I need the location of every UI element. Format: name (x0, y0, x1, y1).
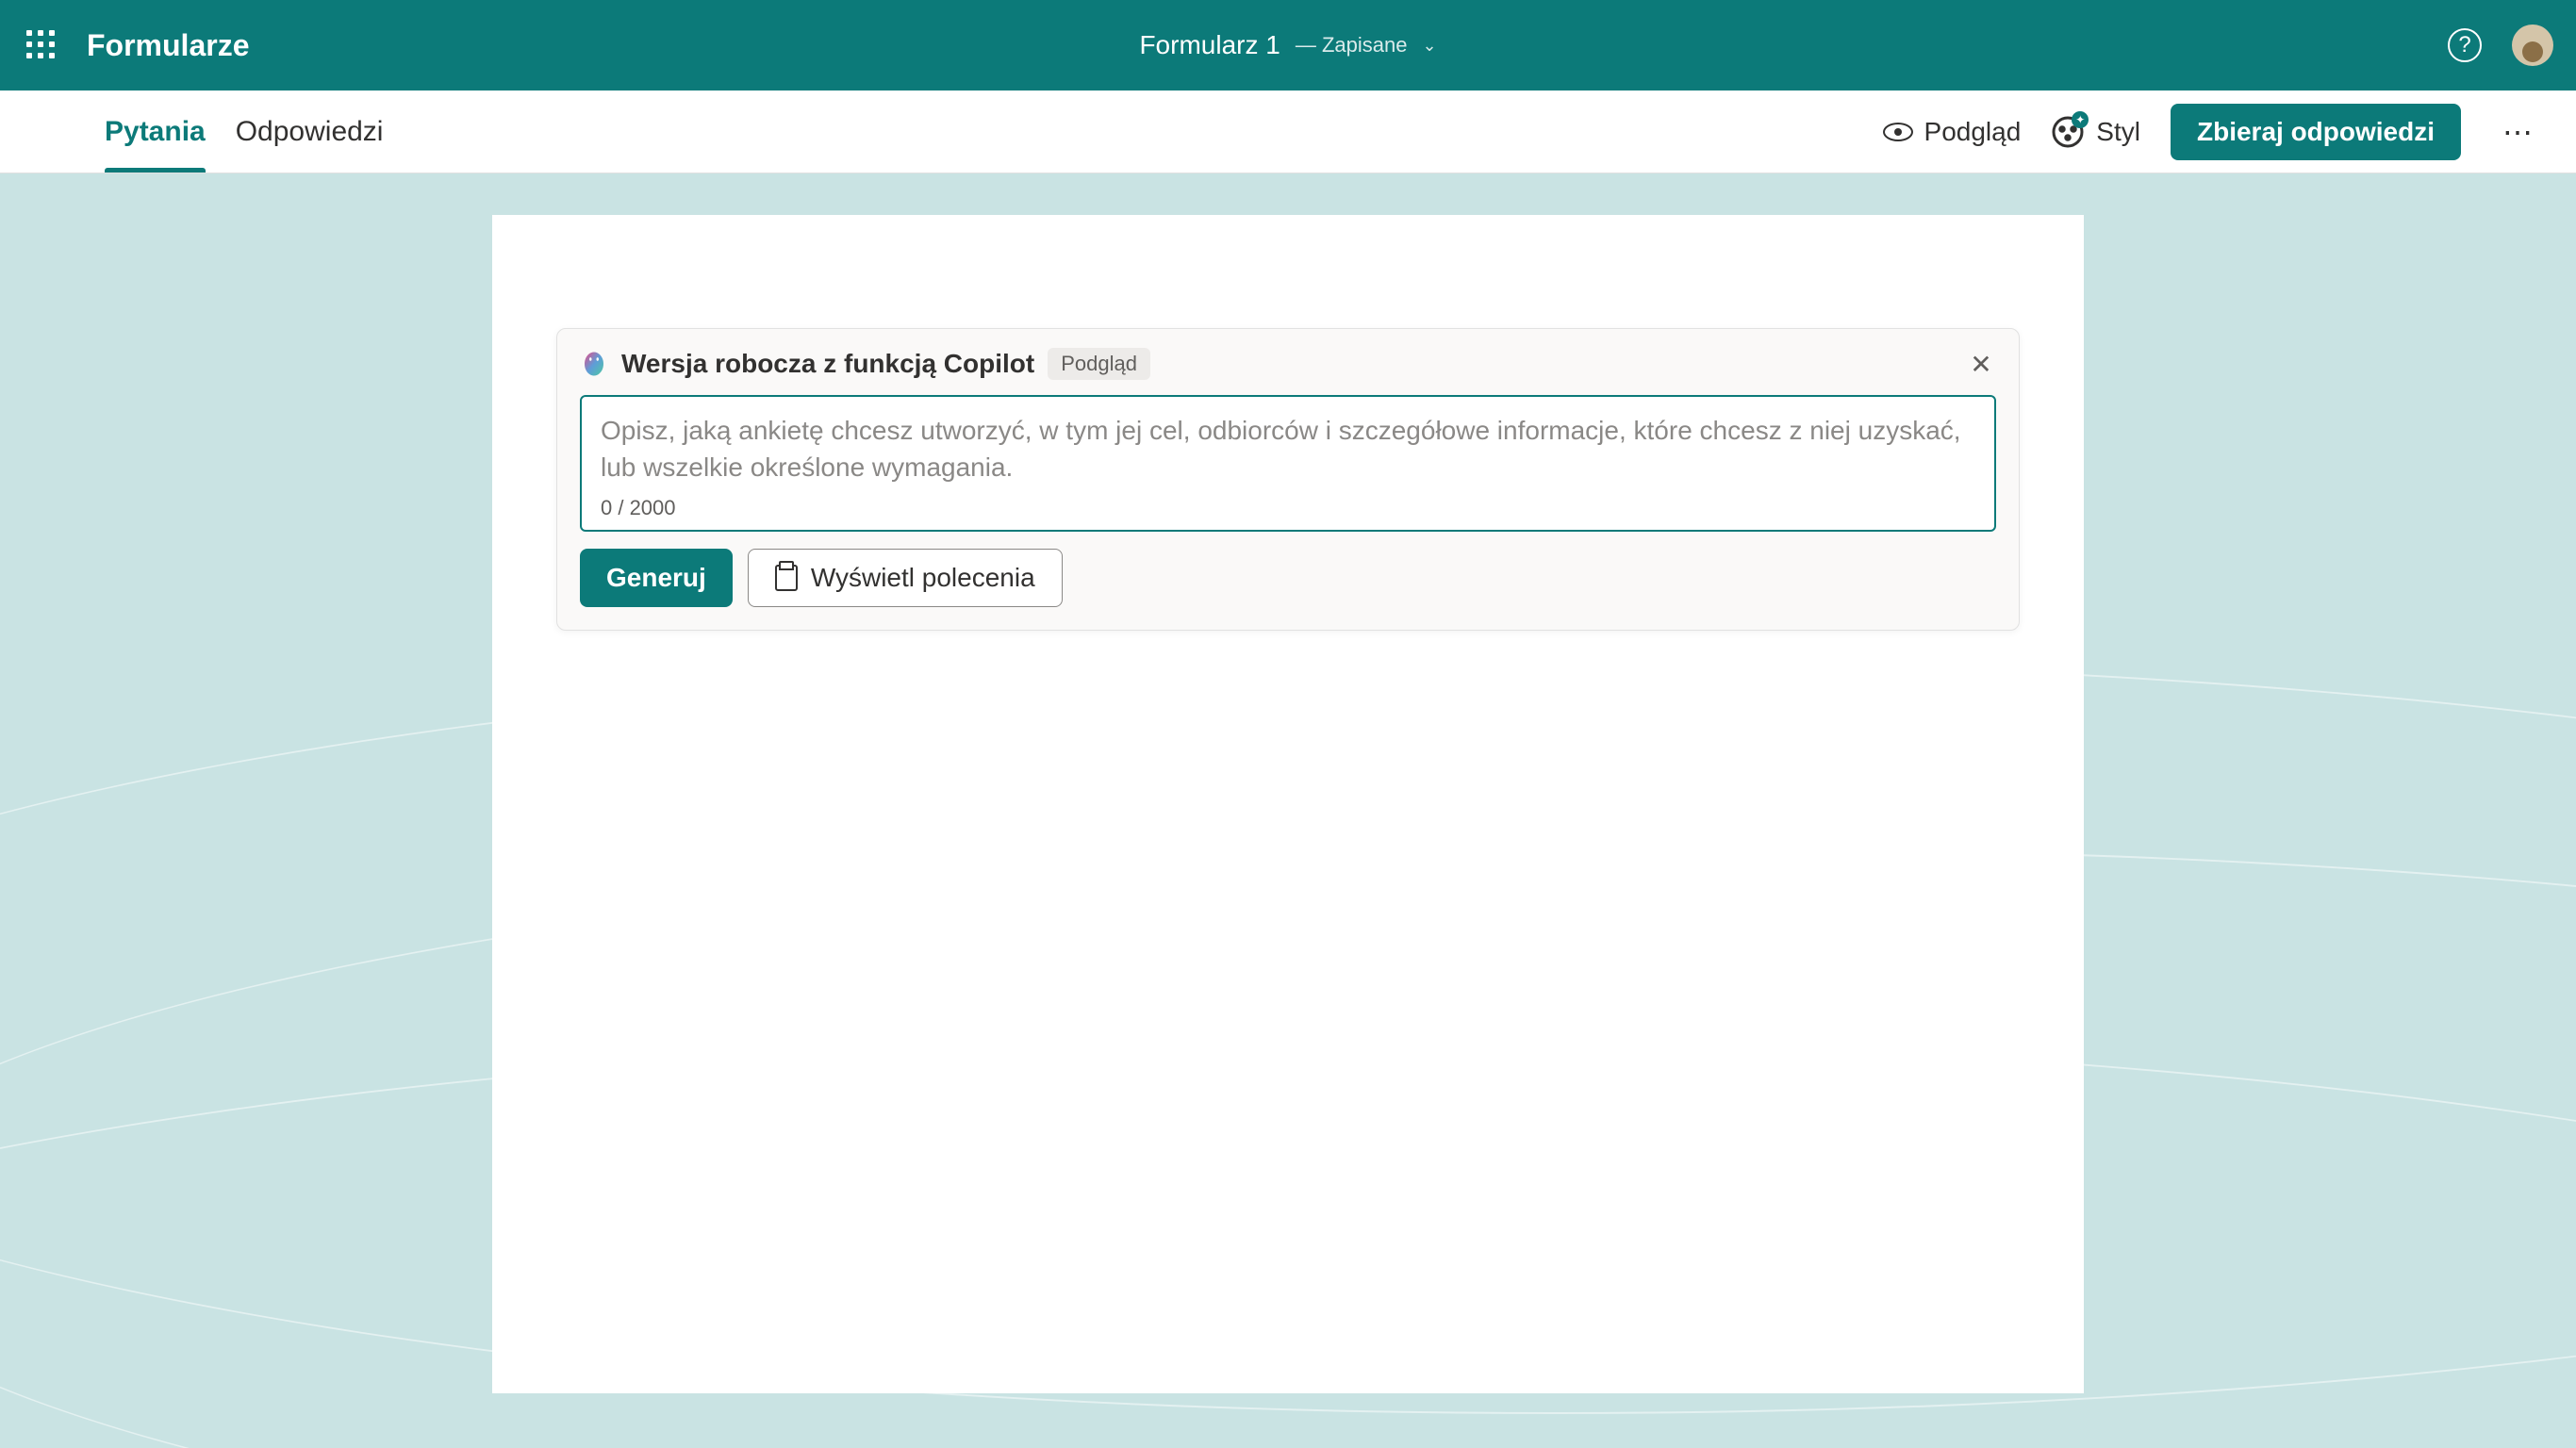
help-button[interactable]: ? (2448, 28, 2482, 62)
show-commands-button[interactable]: Wyświetl polecenia (748, 549, 1063, 607)
copilot-prompt-input[interactable] (601, 412, 1975, 487)
preview-badge: Podgląd (1048, 348, 1150, 380)
waffle-icon (26, 30, 57, 60)
app-header: Formularze Formularz 1 — Zapisane ⌄ ? (0, 0, 2576, 90)
style-button[interactable]: ✦ Styl (2051, 115, 2140, 149)
clipboard-icon (775, 565, 798, 591)
sparkle-badge: ✦ (2072, 111, 2089, 128)
style-label: Styl (2096, 117, 2140, 147)
tab-questions[interactable]: Pytania (105, 90, 206, 173)
form-canvas: Wersja robocza z funkcją Copilot Podgląd… (492, 215, 2084, 1393)
form-title-area[interactable]: Formularz 1 — Zapisane ⌄ (1139, 30, 1436, 60)
app-name[interactable]: Formularze (87, 28, 249, 63)
preview-label: Podgląd (1924, 117, 2022, 147)
toolbar: Pytania Odpowiedzi Podgląd ✦ Styl Zbiera… (0, 90, 2576, 173)
save-status: — Zapisane (1296, 33, 1408, 58)
copilot-input-wrapper: 0 / 2000 (580, 395, 1996, 532)
collect-responses-button[interactable]: Zbieraj odpowiedzi (2171, 104, 2461, 160)
more-options-button[interactable]: ⋯ (2491, 114, 2546, 150)
char-counter: 0 / 2000 (601, 496, 1975, 520)
tab-responses[interactable]: Odpowiedzi (236, 90, 384, 173)
generate-button[interactable]: Generuj (580, 549, 733, 607)
show-commands-label: Wyświetl polecenia (811, 563, 1035, 593)
copilot-icon (580, 350, 608, 378)
chevron-down-icon: ⌄ (1422, 36, 1436, 56)
copilot-title: Wersja robocza z funkcją Copilot (621, 349, 1034, 379)
form-title: Formularz 1 (1139, 30, 1280, 60)
main-content: Wersja robocza z funkcją Copilot Podgląd… (0, 173, 2576, 1393)
app-launcher-button[interactable] (23, 26, 60, 64)
copilot-draft-card: Wersja robocza z funkcją Copilot Podgląd… (556, 328, 2020, 631)
close-button[interactable]: ✕ (1966, 349, 1996, 379)
palette-icon: ✦ (2051, 115, 2085, 149)
preview-button[interactable]: Podgląd (1883, 117, 2022, 147)
eye-icon (1883, 123, 1913, 141)
user-avatar[interactable] (2512, 25, 2553, 66)
